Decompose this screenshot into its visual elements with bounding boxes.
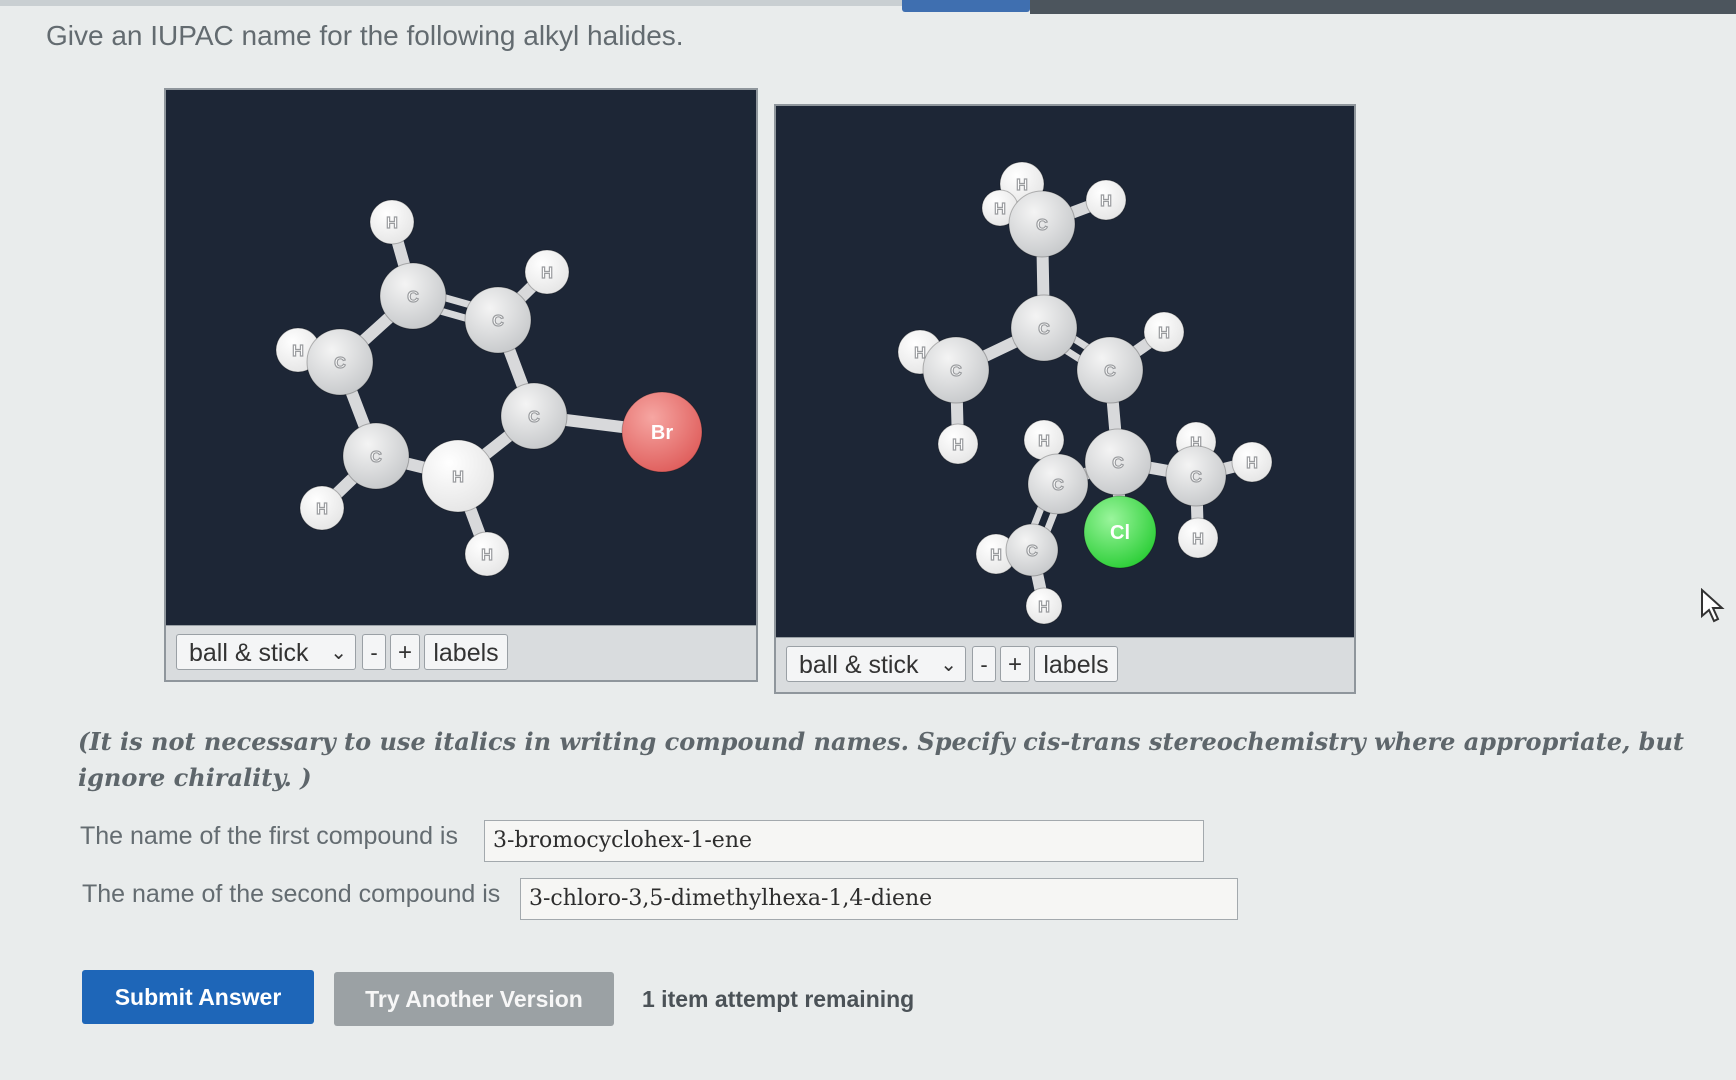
render-mode-value-1: ball & stick [189,639,309,667]
atom-label: H [990,547,1002,564]
try-another-version-button[interactable]: Try Another Version [334,972,614,1026]
atom-label: H [1038,599,1050,616]
atom-label: Br [651,422,673,444]
molecule-canvas-1[interactable]: H H H H H C C C C C H Br [166,90,756,626]
atom-label: C [1038,321,1050,338]
atom-h[interactable]: H [1231,441,1273,483]
viewer-toolbar-1: ball & stick ⌄ - + labels [166,625,756,680]
chevron-down-icon: ⌄ [330,642,347,664]
atom-label: C [334,355,346,372]
atom-label: C [1052,477,1064,494]
atom-h[interactable]: H [369,199,415,245]
atom-label: C [492,313,504,330]
labels-button-1[interactable]: labels [424,634,508,670]
render-mode-select-2[interactable]: ball & stick ⌄ [786,646,966,682]
atom-label: C [1036,217,1048,234]
atom-label: C [1112,455,1124,472]
first-compound-input[interactable]: 3-bromocyclohex-1-ene [484,820,1204,862]
second-compound-label: The name of the second compound is [82,880,501,908]
labels-button-2[interactable]: labels [1034,646,1118,682]
atom-h[interactable]: H [1085,179,1127,221]
zoom-out-button-2[interactable]: - [972,646,996,682]
chevron-down-icon: ⌄ [940,654,957,676]
attempts-remaining: 1 item attempt remaining [642,986,915,1012]
atom-label: H [452,469,464,486]
atom-c[interactable]: C [1005,523,1059,577]
submit-answer-button[interactable]: Submit Answer [82,970,314,1024]
render-mode-select-1[interactable]: ball & stick ⌄ [176,634,356,670]
atom-c[interactable]: C [1010,294,1078,362]
first-compound-label: The name of the first compound is [80,822,458,850]
atom-c[interactable]: C [379,262,447,330]
atom-h[interactable]: H [421,439,495,513]
atom-c[interactable]: C [922,336,990,404]
molecule-canvas-2[interactable]: HHHCC HCHCH HCCHCHHH CHCl [776,106,1354,638]
molecule-viewer-1[interactable]: H H H H H C C C C C H Br ball & stick ⌄ - + labels [164,88,758,682]
atom-c[interactable]: C [306,328,374,396]
atom-c[interactable]: C [1027,453,1089,515]
atom-c[interactable]: C [1165,445,1227,507]
mouse-cursor-icon [1701,588,1725,623]
atom-cl[interactable]: Cl [1083,495,1157,569]
atom-h[interactable]: H [524,249,570,295]
atom-c[interactable]: C [1084,428,1152,496]
atom-h[interactable]: H [1143,311,1185,353]
atom-h[interactable]: H [1025,587,1063,625]
molecule-viewer-2[interactable]: H H H C C H C H C H H C C H C H H H C H Cl ball & stick ⌄ - … [774,104,1356,694]
atom-label: C [370,449,382,466]
atom-label: H [1100,193,1112,210]
atom-c[interactable]: C [464,286,532,354]
atom-label: H [481,547,493,564]
atom-label: C [1104,363,1116,380]
atom-label: H [1192,531,1204,548]
question-text: Give an IUPAC name for the following alk… [46,20,684,51]
atom-c[interactable]: C [1008,190,1076,258]
atom-label: C [1190,469,1202,486]
atom-h[interactable]: H [1177,517,1219,559]
atom-label: H [292,343,304,360]
atom-label: Cl [1110,522,1130,544]
atom-h[interactable]: H [299,485,345,531]
zoom-in-button-2[interactable]: + [1000,646,1030,682]
atom-label: H [1158,325,1170,342]
zoom-out-button-1[interactable]: - [362,634,386,670]
atom-label: H [541,265,553,282]
atom-label: H [316,501,328,518]
render-mode-value-2: ball & stick [799,651,919,679]
second-compound-input[interactable]: 3-chloro-3,5-dimethylhexa-1,4-diene [520,878,1238,920]
references-tab[interactable] [902,0,1030,12]
atom-label: H [1038,433,1050,450]
zoom-in-button-1[interactable]: + [390,634,420,670]
instructions-note: (It is not necessary to use italics in w… [78,727,1684,792]
atom-br[interactable]: Br [621,391,703,473]
atom-label: H [952,437,964,454]
atom-c[interactable]: C [342,422,410,490]
atom-label: C [528,409,540,426]
atom-label: C [950,363,962,380]
atom-h[interactable]: H [464,531,510,577]
top-bar [1030,0,1736,14]
atom-label: C [407,289,419,306]
atom-h[interactable]: H [937,423,979,465]
atom-label: H [386,215,398,232]
atom-label: C [1026,543,1038,560]
atom-label: H [914,345,926,362]
atom-c[interactable]: C [500,382,568,450]
atom-label: H [994,201,1006,218]
atom-label: H [1016,177,1028,194]
atom-c[interactable]: C [1076,336,1144,404]
viewer-toolbar-2: ball & stick ⌄ - + labels [776,637,1354,692]
atom-label: H [1246,455,1258,472]
